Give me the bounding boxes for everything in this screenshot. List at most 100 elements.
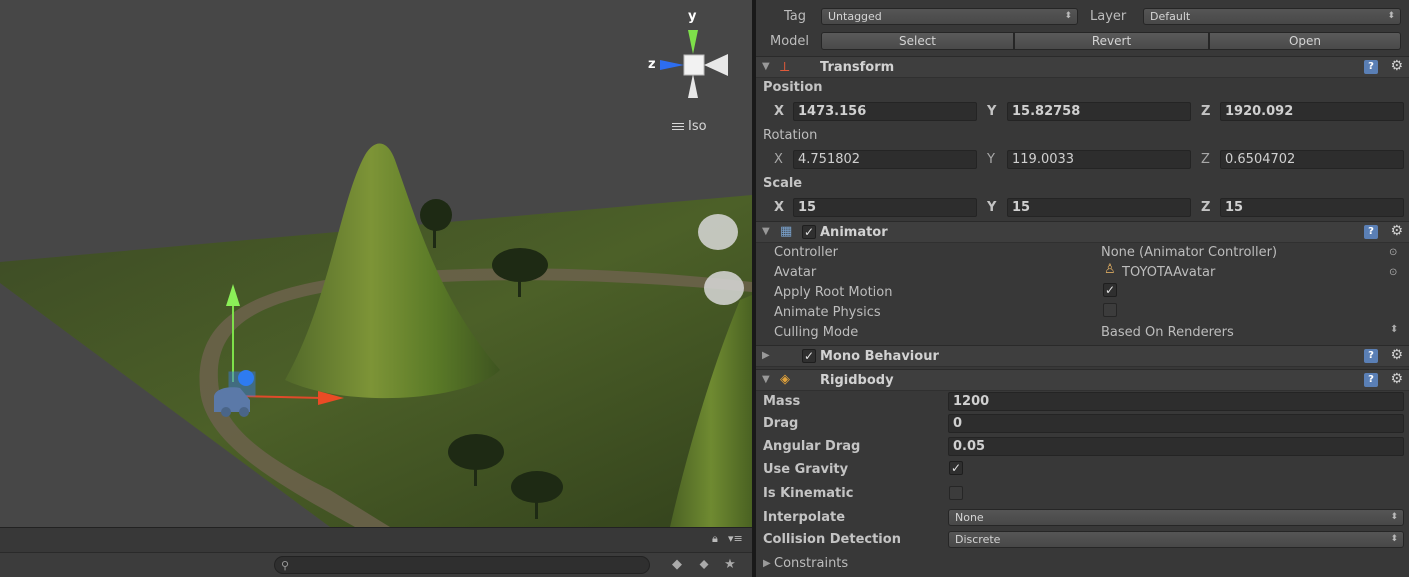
layer-label: Layer [1090,9,1127,24]
gizmo-y-label[interactable]: y [688,9,696,24]
culling-mode-label: Culling Mode [774,325,859,340]
scene-viewport[interactable] [0,0,752,527]
gizmo-z-label[interactable]: z [648,57,656,72]
position-z-field[interactable]: 1920.092 [1220,102,1404,121]
scale-x-field[interactable]: 15 [793,198,977,217]
scale-y-label[interactable]: Y [987,200,996,215]
expand-triangle-icon[interactable]: ▶ [763,558,771,569]
dropdown-arrow-icon: ⬍ [1390,534,1398,544]
menu-icon[interactable]: ▾≡ [728,532,743,545]
scale-x-label[interactable]: X [774,200,784,215]
projection-toggle[interactable]: Iso [672,119,707,134]
is-kinematic-checkbox[interactable]: ✓ [949,486,963,500]
expand-triangle-icon[interactable]: ▶ [762,350,770,361]
help-icon[interactable]: ? [1364,349,1378,363]
controller-value[interactable]: None (Animator Controller) [1101,245,1277,260]
collapse-triangle-icon[interactable]: ▼ [762,226,770,237]
transform-title: Transform [820,60,895,75]
gear-icon[interactable]: ⚙ [1390,223,1403,239]
mono-behaviour-title: Mono Behaviour [820,349,939,364]
orientation-gizmo [660,30,728,98]
rotation-x-field[interactable]: 4.751802 [793,150,977,169]
position-x-label[interactable]: X [774,104,784,119]
position-z-label[interactable]: Z [1201,104,1210,119]
avatar-label: Avatar [774,265,817,280]
object-picker-icon[interactable]: ⊙ [1389,267,1397,278]
rigidbody-icon: ◈ [780,372,790,387]
position-y-label[interactable]: Y [987,104,996,119]
model-open-button[interactable]: Open [1209,32,1401,50]
rotation-x-label[interactable]: X [774,152,783,167]
is-kinematic-label: Is Kinematic [763,486,854,501]
mass-label: Mass [763,394,801,409]
lock-icon[interactable]: 🔒︎ [712,532,718,546]
rotation-y-label[interactable]: Y [987,152,995,167]
drag-field[interactable]: 0 [948,414,1404,433]
tag-label: Tag [784,9,807,24]
model-row: Model Select Revert Open [756,30,1409,54]
animator-header[interactable]: ▼ ▦ ✓ Animator ? ⚙ [756,221,1409,243]
scale-y-field[interactable]: 15 [1007,198,1191,217]
dropdown-arrow-icon[interactable]: ⬍ [1390,324,1398,335]
gear-icon[interactable]: ⚙ [1390,58,1403,74]
collapse-triangle-icon[interactable]: ▼ [762,374,770,385]
transform-axes-icon: ⟂ [780,59,790,75]
scale-label: Scale [763,176,803,191]
angular-drag-field[interactable]: 0.05 [948,437,1404,456]
tag-dropdown-value: Untagged [828,10,882,23]
projection-label: Iso [688,119,707,134]
interpolate-dropdown[interactable]: None ⬍ [948,509,1404,526]
rigidbody-header[interactable]: ▼ ◈ Rigidbody ? ⚙ [756,369,1409,391]
use-gravity-label: Use Gravity [763,462,849,477]
gear-icon[interactable]: ⚙ [1390,347,1403,363]
animator-enabled-checkbox[interactable]: ✓ [802,225,816,239]
tag-dropdown[interactable]: Untagged ⬍ [821,8,1078,25]
rotation-y-field[interactable]: 119.0033 [1007,150,1191,169]
dropdown-arrow-icon: ⬍ [1387,11,1395,21]
shapes-icon[interactable]: ◆ [667,555,687,575]
rotation-label: Rotation [763,128,818,143]
avatar-value[interactable]: TOYOTAAvatar [1122,265,1215,280]
search-input[interactable]: ⚲ [274,556,650,574]
rotation-z-field[interactable]: 0.6504702 [1220,150,1404,169]
rotation-z-label[interactable]: Z [1201,152,1210,167]
interpolate-label: Interpolate [763,510,846,525]
collapse-triangle-icon[interactable]: ▼ [762,61,770,72]
collision-detection-label: Collision Detection [763,532,901,547]
position-x-field[interactable]: 1473.156 [793,102,977,121]
dropdown-arrow-icon: ⬍ [1064,11,1072,21]
apply-root-motion-checkbox[interactable]: ✓ [1103,283,1117,297]
model-revert-button[interactable]: Revert [1014,32,1209,50]
animate-physics-checkbox[interactable]: ✓ [1103,303,1117,317]
mass-field[interactable]: 1200 [948,392,1404,411]
model-select-button[interactable]: Select [821,32,1014,50]
tag-icon[interactable]: ⬥ [694,555,714,575]
gear-icon[interactable]: ⚙ [1390,371,1403,387]
culling-mode-dropdown[interactable]: Based On Renderers [1101,325,1234,340]
angular-drag-label: Angular Drag [763,439,861,454]
star-icon[interactable]: ★ [720,555,740,575]
constraints-foldout[interactable]: Constraints [774,556,848,571]
layer-dropdown[interactable]: Default ⬍ [1143,8,1401,25]
transform-header[interactable]: ▼ ⟂ Transform ? ⚙ [756,56,1409,78]
scale-z-label[interactable]: Z [1201,200,1210,215]
help-icon[interactable]: ? [1364,60,1378,74]
help-icon[interactable]: ? [1364,225,1378,239]
scale-z-field[interactable]: 15 [1220,198,1404,217]
use-gravity-checkbox[interactable]: ✓ [949,461,963,475]
position-y-field[interactable]: 15.82758 [1007,102,1191,121]
collision-detection-dropdown[interactable]: Discrete ⬍ [948,531,1404,548]
interpolate-dropdown-value: None [955,511,984,524]
help-icon[interactable]: ? [1364,373,1378,387]
rigidbody-title: Rigidbody [820,373,894,388]
drag-label: Drag [763,416,799,431]
animator-title: Animator [820,225,888,240]
controller-label: Controller [774,245,838,260]
dropdown-arrow-icon: ⬍ [1390,512,1398,522]
object-picker-icon[interactable]: ⊙ [1389,247,1397,258]
mono-behaviour-header[interactable]: ▶ ✓ Mono Behaviour ? ⚙ [756,345,1409,367]
mono-behaviour-enabled-checkbox[interactable]: ✓ [802,349,816,363]
avatar-figure-icon: ♙ [1104,262,1116,277]
search-icon: ⚲ [281,559,290,572]
scene-view[interactable]: y z Iso 🔒︎ ▾≡ ⚲ ◆ ⬥ ★ [0,0,752,577]
